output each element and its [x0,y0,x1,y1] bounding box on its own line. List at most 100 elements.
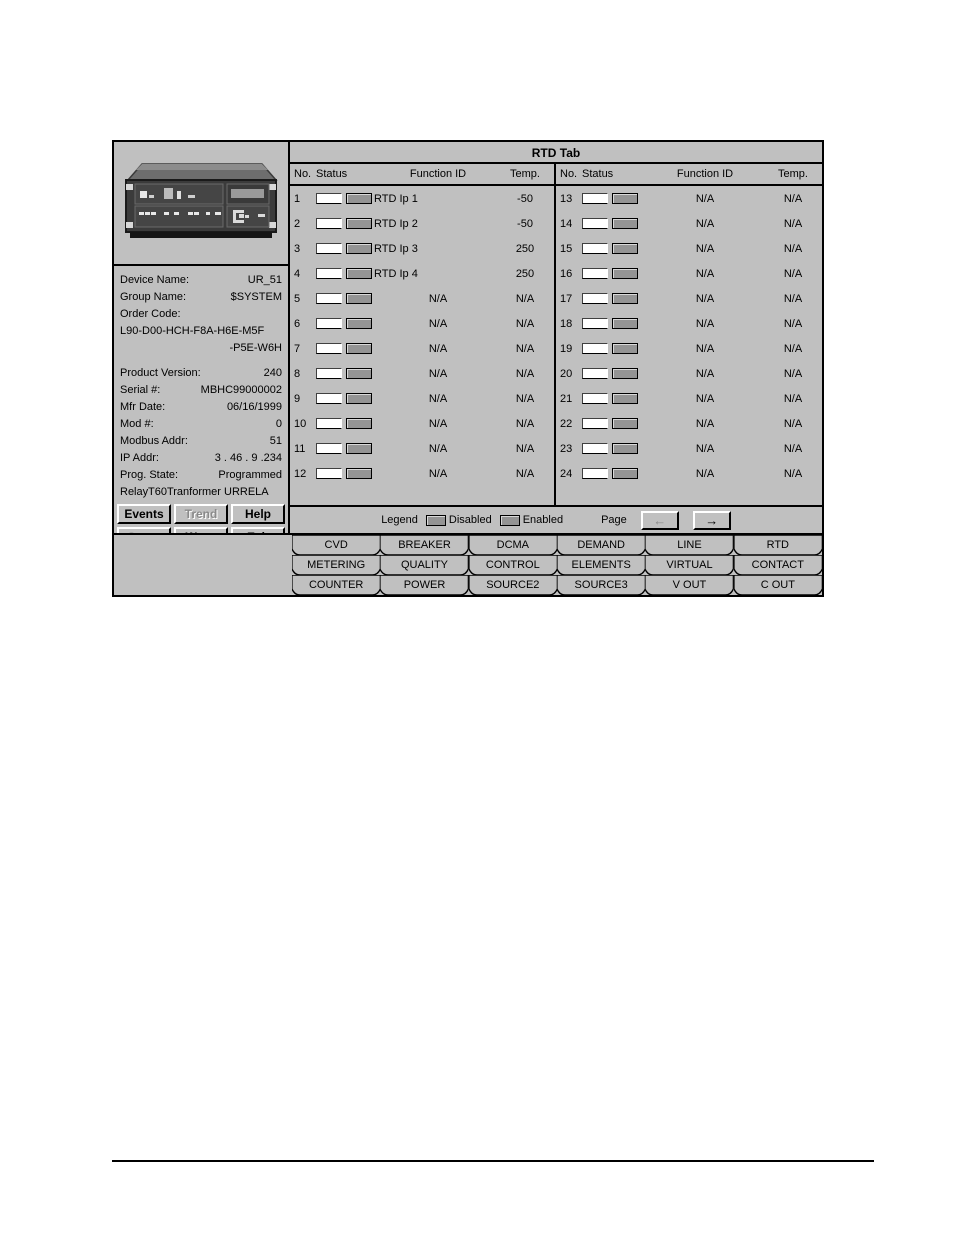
next-page-button[interactable]: → [692,510,731,530]
info-relay-type-value: T60Tranformer URRELA [148,486,269,498]
disabled-swatch-icon [425,514,446,526]
row-status-cell [316,293,380,304]
row-temp: 250 [515,267,535,280]
status-enabled-indicator-icon [612,243,638,254]
row-status-cell [582,268,646,279]
row-function-id: N/A [695,317,715,330]
info-label: Prog. State: [120,469,179,481]
tab-power[interactable]: POWER [380,575,469,595]
tab-dcma[interactable]: DCMA [468,535,557,555]
table-row[interactable]: 16 N/A N/A [556,261,822,286]
status-state-indicator-icon [316,218,342,229]
table-row[interactable]: 24 N/A N/A [556,461,822,486]
tab-source3[interactable]: SOURCE3 [556,575,646,595]
info-value: 0 [275,418,282,430]
table-row[interactable]: 12 N/A N/A [290,461,554,486]
table-row[interactable]: 23 N/A N/A [556,436,822,461]
status-state-indicator-icon [316,368,342,379]
tab-virtual[interactable]: VIRTUAL [645,555,734,575]
table-header-left: No. Status Function ID Temp. [290,164,556,184]
tab-c-out[interactable]: C OUT [733,575,822,595]
row-status-cell [316,443,380,454]
info-value: Programmed [218,469,282,481]
table-row[interactable]: 17 N/A N/A [556,286,822,311]
info-mfr-date: Mfr Date: 06/16/1999 [120,399,282,416]
tab-line[interactable]: LINE [645,535,734,555]
tab-column: DCMA CONTROL SOURCE2 [468,535,557,595]
col-header-no: No. [294,168,312,180]
tab-breaker[interactable]: BREAKER [380,535,469,555]
status-state-indicator-icon [316,318,342,329]
tab-cvd[interactable]: CVD [292,535,381,555]
tab-column: DEMAND ELEMENTS SOURCE3 [556,535,646,595]
table-row[interactable]: 7 N/A N/A [290,336,554,361]
row-status-cell [582,193,646,204]
tab-demand[interactable]: DEMAND [556,535,646,555]
tab-counter[interactable]: COUNTER [292,575,381,595]
row-number: 1 [294,192,301,205]
status-state-indicator-icon [316,443,342,454]
row-function-id: N/A [428,317,448,330]
row-function-id: N/A [695,242,715,255]
row-number: 15 [560,242,573,255]
table-row[interactable]: 10 N/A N/A [290,411,554,436]
page-title: RTD Tab [290,142,822,164]
table-row[interactable]: 18 N/A N/A [556,311,822,336]
table-row[interactable]: 9 N/A N/A [290,386,554,411]
info-label: Mfr Date: [120,401,166,413]
tab-elements[interactable]: ELEMENTS [556,555,646,575]
tab-metering[interactable]: METERING [292,555,381,575]
info-label: Mod #: [120,418,154,430]
row-number: 23 [560,442,573,455]
table-row[interactable]: 22 N/A N/A [556,411,822,436]
table-row[interactable]: 15 N/A N/A [556,236,822,261]
tab-v-out[interactable]: V OUT [645,575,734,595]
table-row[interactable]: 21 N/A N/A [556,386,822,411]
table-row[interactable]: 11 N/A N/A [290,436,554,461]
row-function-id: RTD Ip 2 [374,217,418,230]
row-temp: N/A [783,342,803,355]
row-temp: N/A [515,367,535,380]
row-temp: 250 [515,242,535,255]
status-enabled-indicator-icon [346,368,372,379]
table-row[interactable]: 1 RTD Ip 1 -50 [290,186,554,211]
tab-control[interactable]: CONTROL [468,555,557,575]
row-status-cell [316,418,380,429]
status-state-indicator-icon [582,343,608,354]
table-row[interactable]: 4 RTD Ip 4 250 [290,261,554,286]
table-row[interactable]: 13 N/A N/A [556,186,822,211]
row-function-id: N/A [428,292,448,305]
row-number: 12 [294,467,307,480]
ur-setup-window: Device Name: UR_51 Group Name: $SYSTEM O… [112,140,824,597]
row-status-cell [582,243,646,254]
table-row[interactable]: 8 N/A N/A [290,361,554,386]
table-row[interactable]: 20 N/A N/A [556,361,822,386]
prev-page-button[interactable]: ← [640,510,679,530]
row-temp: N/A [783,317,803,330]
trend-button[interactable]: Trend [174,504,228,524]
table-row[interactable]: 3 RTD Ip 3 250 [290,236,554,261]
table-row[interactable]: 6 N/A N/A [290,311,554,336]
tab-rtd[interactable]: RTD [733,535,822,555]
status-enabled-indicator-icon [612,418,638,429]
table-row[interactable]: 19 N/A N/A [556,336,822,361]
tab-column: LINE VIRTUAL V OUT [645,535,734,595]
table-row[interactable]: 14 N/A N/A [556,211,822,236]
tab-column: CVD METERING COUNTER [292,535,381,595]
row-number: 11 [294,442,306,455]
window-body: Device Name: UR_51 Group Name: $SYSTEM O… [114,142,822,559]
table-row[interactable]: 2 RTD Ip 2 -50 [290,211,554,236]
tab-quality[interactable]: QUALITY [380,555,469,575]
row-status-cell [316,468,380,479]
status-enabled-indicator-icon [346,243,372,254]
rtd-column-left: 1 RTD Ip 1 -50 2 RTD Ip 2 -50 3 RTD Ip 3 250 4 RTD… [290,186,556,505]
legend-label: Legend [381,514,418,526]
row-number: 16 [560,267,573,280]
tab-contact[interactable]: CONTACT [733,555,822,575]
help-button[interactable]: Help [231,504,285,524]
row-status-cell [316,268,380,279]
tab-source2[interactable]: SOURCE2 [468,575,557,595]
tab-columns: CVD METERING COUNTER BREAKER QUALITY POWER DCM… [292,535,822,595]
events-button[interactable]: Events [117,504,171,524]
table-row[interactable]: 5 N/A N/A [290,286,554,311]
